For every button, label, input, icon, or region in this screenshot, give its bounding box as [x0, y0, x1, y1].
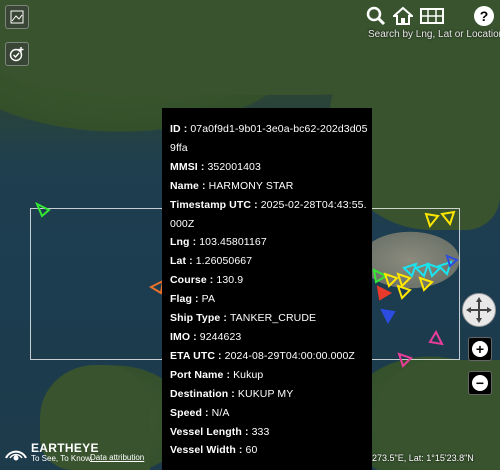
data-attribution-link[interactable]: Data attribution: [90, 453, 144, 462]
layer-toggle-button[interactable]: [5, 5, 29, 29]
vessel-marker[interactable]: [418, 276, 434, 292]
brand-name: EARTHEYE: [31, 441, 99, 455]
plus-icon: +: [472, 341, 488, 357]
field-vessel-width: Vessel Width : 60: [170, 444, 258, 457]
field-ship-type: Ship Type : TANKER_CRUDE: [170, 312, 317, 325]
vessel-marker[interactable]: [396, 284, 412, 300]
field-lat: Lat : 1.26050667: [170, 255, 253, 268]
field-port-name: Port Name : Kukup: [170, 368, 264, 381]
field-vessel-length: Vessel Length : 333: [170, 425, 270, 438]
field-imo: IMO : 9244623: [170, 330, 242, 343]
vessel-marker[interactable]: [440, 210, 456, 226]
coordinates-readout: 273.5"E, Lat: 1°15'23.8"N: [372, 453, 474, 463]
brand-tagline: To See, To Know.: [31, 454, 93, 463]
field-eta: ETA UTC : 2024-08-29T04:00:00.000Z: [170, 349, 355, 362]
pan-control[interactable]: [462, 293, 496, 327]
search-icon: [366, 6, 386, 26]
field-mmsi: MMSI : 352001403: [170, 160, 261, 173]
add-selection-button[interactable]: [5, 42, 29, 66]
help-button[interactable]: ?: [472, 4, 496, 28]
land-patch: [150, 60, 210, 100]
field-name: Name : HARMONY STAR: [170, 179, 294, 192]
vessel-marker[interactable]: [445, 254, 459, 268]
brand-logo: EARTHEYE To See, To Know.: [4, 440, 99, 464]
pan-arrows-icon: [466, 297, 492, 323]
search-caption: Search by Lng, Lat or Location: [368, 29, 500, 40]
grid-button[interactable]: [419, 4, 445, 28]
field-flag: Flag : PA: [170, 293, 216, 306]
eye-logo-icon: [5, 450, 27, 461]
image-icon: [10, 10, 24, 24]
vessel-marker[interactable]: [35, 202, 51, 218]
help-icon: ?: [474, 6, 494, 26]
field-id: ID : 07a0f9d1-9b01-3e0a-bc62-202d3d059ff…: [170, 123, 368, 154]
field-destination: Destination : KUKUP MY: [170, 387, 294, 400]
vessel-marker[interactable]: [397, 352, 413, 368]
vessel-marker[interactable]: [424, 212, 440, 228]
field-speed: Speed : N/A: [170, 406, 230, 419]
svg-text:?: ?: [480, 8, 489, 24]
search-button[interactable]: [365, 4, 387, 28]
field-timestamp: Timestamp UTC : 2025-02-28T04:43:55.000Z: [170, 198, 367, 230]
circle-check-plus-icon: [9, 47, 24, 62]
zoom-in-button[interactable]: +: [468, 337, 492, 361]
home-icon: [393, 6, 413, 25]
minus-icon: −: [472, 375, 488, 391]
zoom-out-button[interactable]: −: [468, 371, 492, 395]
vessel-info-popup: ID : 07a0f9d1-9b01-3e0a-bc62-202d3d059ff…: [162, 108, 372, 470]
vessel-marker[interactable]: [376, 285, 392, 301]
home-button[interactable]: [392, 4, 414, 28]
field-lng: Lng : 103.45801167: [170, 236, 267, 249]
field-course: Course : 130.9: [170, 274, 244, 287]
vessel-marker[interactable]: [428, 330, 444, 346]
grid-icon: [420, 8, 444, 24]
vessel-marker[interactable]: [380, 308, 396, 324]
